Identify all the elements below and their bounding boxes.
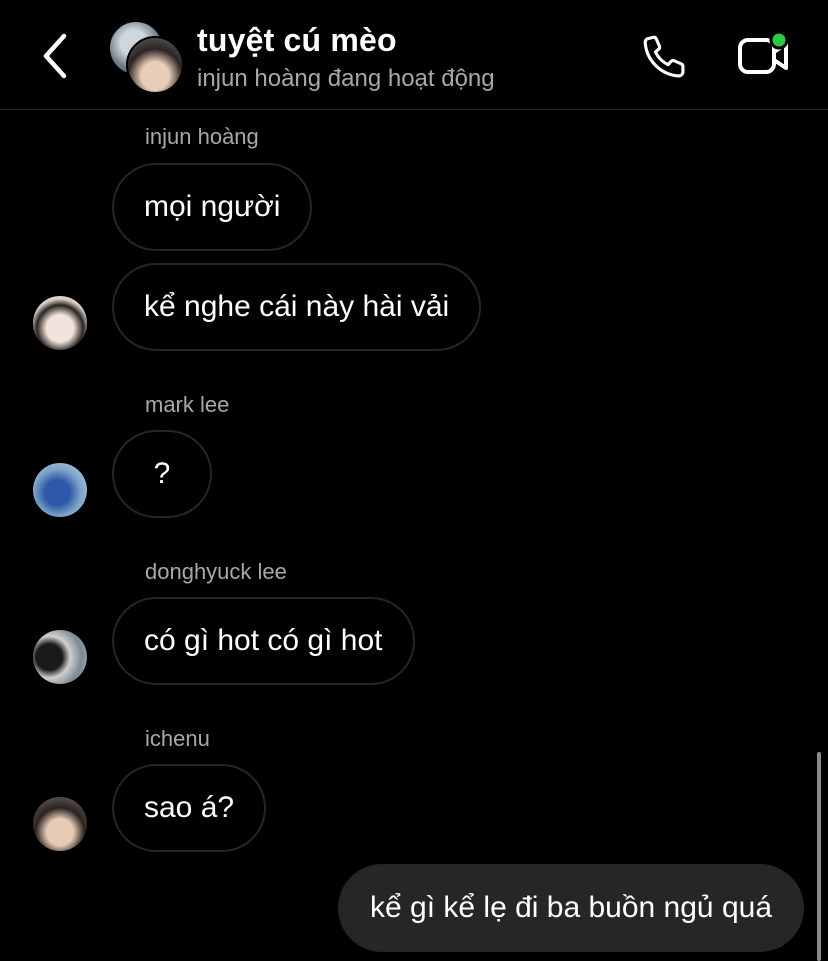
chevron-left-icon bbox=[43, 33, 67, 79]
chat-title[interactable]: tuyệt cú mèo bbox=[197, 22, 397, 59]
message-bubble[interactable]: sao á? bbox=[112, 764, 267, 852]
message-bubble[interactable]: kể nghe cái này hài vải bbox=[112, 263, 482, 351]
sender-avatar[interactable] bbox=[33, 463, 87, 517]
active-status: injun hoàng đang hoạt động bbox=[197, 65, 495, 92]
sender-name: ichenu bbox=[145, 726, 210, 751]
sender-avatar[interactable] bbox=[33, 296, 87, 350]
voice-call-button[interactable] bbox=[640, 32, 690, 82]
group-avatar[interactable] bbox=[108, 20, 184, 94]
chat-header: tuyệt cú mèo injun hoàng đang hoạt động bbox=[0, 0, 828, 110]
phone-icon bbox=[643, 35, 685, 78]
scrollbar[interactable] bbox=[817, 752, 821, 961]
message-bubble[interactable]: ? bbox=[112, 430, 212, 518]
video-camera-icon bbox=[738, 30, 789, 74]
back-button[interactable] bbox=[36, 30, 76, 82]
sender-name: injun hoàng bbox=[145, 124, 259, 149]
sender-name: donghyuck lee bbox=[145, 559, 287, 584]
outgoing-message-bubble[interactable]: kể gì kể lẹ đi ba buồn ngủ quá bbox=[338, 864, 804, 952]
message-bubble[interactable]: mọi người bbox=[112, 163, 313, 251]
sender-avatar[interactable] bbox=[33, 630, 87, 684]
online-indicator bbox=[769, 30, 789, 50]
video-call-button[interactable] bbox=[736, 30, 792, 80]
group-avatar-front bbox=[126, 36, 184, 94]
message-bubble[interactable]: có gì hot có gì hot bbox=[112, 597, 415, 685]
sender-name: mark lee bbox=[145, 392, 230, 417]
sender-avatar[interactable] bbox=[33, 797, 87, 851]
